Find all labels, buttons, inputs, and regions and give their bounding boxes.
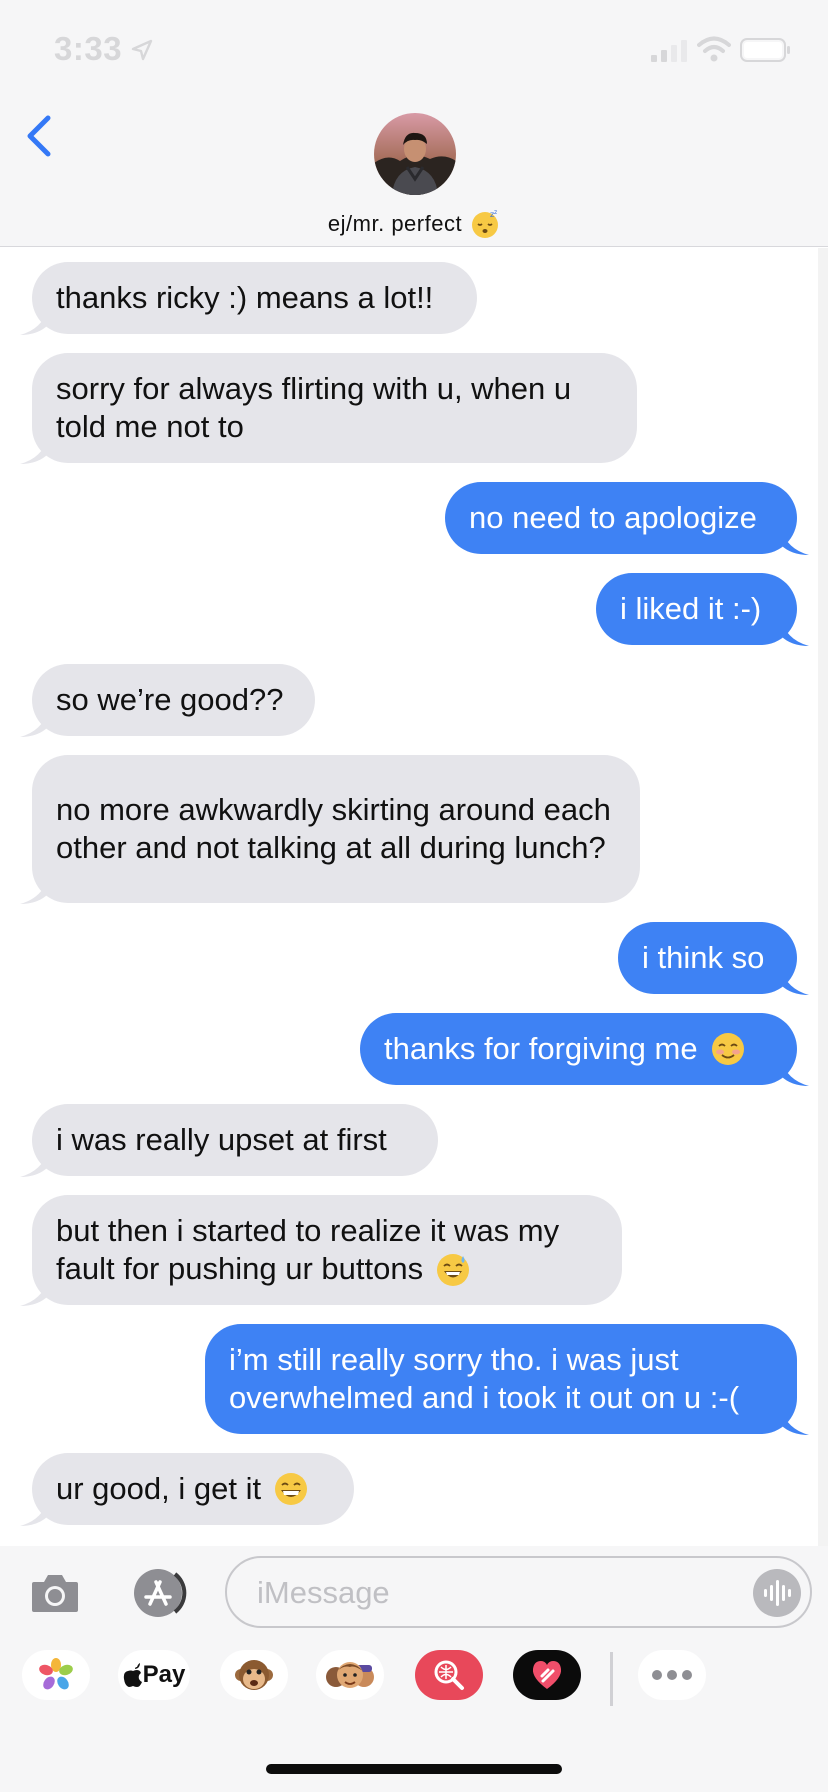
camera-icon[interactable] [30, 1572, 80, 1614]
battery-icon [740, 38, 790, 62]
grinning-emoji [275, 1473, 308, 1505]
chevron-left-icon[interactable] [24, 112, 54, 160]
apple-logo-icon [123, 1663, 142, 1687]
outgoing-message[interactable]: no need to apologize [445, 482, 809, 555]
smiling-face-emoji [711, 1033, 744, 1065]
message-text: i think so [642, 940, 765, 975]
outgoing-message[interactable]: i liked it :-) [596, 573, 809, 646]
more-apps-button[interactable] [638, 1650, 706, 1700]
incoming-message[interactable]: sorry for always flirting with u, when u… [20, 353, 637, 464]
contact-name-row[interactable]: ej/mr. perfect z z [0, 206, 828, 242]
bubble-tail [781, 1060, 809, 1086]
contact-name: ej/mr. perfect [327, 211, 463, 236]
message-text: thanks for forgiving me [384, 1031, 698, 1066]
app-drawer-divider [610, 1652, 613, 1706]
sleeping-face-emoji: z z [472, 209, 499, 238]
incoming-message[interactable]: but then i started to realize it was my … [20, 1195, 622, 1306]
message-list[interactable]: thanks ricky :) means a lot!! sorry for … [0, 248, 828, 1546]
bubble-tail [20, 1280, 48, 1306]
memoji-icon [326, 1662, 374, 1688]
app-drawer: Pay [0, 1650, 828, 1724]
bubble-tail [20, 1151, 48, 1177]
animoji-icon [235, 1660, 273, 1690]
photos-app-button[interactable] [22, 1650, 90, 1700]
message-text: i liked it :-) [620, 591, 762, 626]
bubble-tail [781, 620, 809, 646]
image-search-button[interactable] [415, 1650, 483, 1700]
digital-touch-icon [532, 1661, 562, 1689]
message-text-content: but then i started to realize it was my … [56, 1212, 560, 1286]
grinning-sweat-emoji [437, 1254, 470, 1287]
message-text: thanks ricky :) means a lot!! [56, 280, 434, 315]
status-bar: 3:33 [0, 0, 828, 100]
apple-pay-button[interactable]: Pay [118, 1650, 190, 1700]
message-text: sorry for always flirting with u, when u… [56, 371, 572, 444]
bubble-tail [781, 529, 809, 555]
app-store-icon[interactable] [126, 1568, 192, 1618]
message-text: ur good, i get it [56, 1471, 262, 1506]
digital-touch-button[interactable] [513, 1650, 581, 1700]
outgoing-message[interactable]: i think so [618, 922, 809, 995]
memoji-button[interactable] [316, 1650, 384, 1700]
avatar-photo [374, 113, 456, 195]
incoming-message[interactable]: so we’re good?? [20, 664, 315, 737]
outgoing-message[interactable]: thanks for forgiving me [360, 1013, 809, 1086]
image-search-icon [434, 1660, 464, 1690]
apple-pay-label: Pay [142, 1661, 186, 1688]
message-text: so we’re good?? [56, 682, 284, 717]
svg-text:z: z [494, 209, 497, 216]
message-text: but then i started to realize it was my … [56, 1212, 598, 1289]
animoji-button[interactable] [220, 1650, 288, 1700]
location-arrow-icon [131, 39, 153, 61]
bubble-tail [781, 1409, 809, 1435]
incoming-message[interactable]: i was really upset at first [20, 1104, 438, 1177]
bubble-tail [20, 309, 48, 335]
contact-avatar[interactable] [374, 113, 456, 195]
bubble-tail [20, 438, 48, 464]
outgoing-message[interactable]: i’m still really sorry tho. i was just o… [205, 1324, 809, 1435]
message-text: no need to apologize [469, 500, 757, 535]
bubble-tail [20, 878, 48, 904]
bubble-tail [20, 1500, 48, 1526]
cellular-signal-icon [651, 40, 687, 62]
scroll-track [818, 248, 828, 1546]
conversation-header: 3:33 ej/mr. perfect z z [0, 0, 828, 247]
home-indicator[interactable] [266, 1764, 562, 1774]
photos-icon [39, 1658, 73, 1690]
status-time: 3:33 [54, 30, 123, 67]
incoming-message[interactable]: ur good, i get it [20, 1453, 354, 1526]
bubble-tail [781, 969, 809, 995]
imessage-screen: 3:33 ej/mr. perfect z z thanks ricky:) … [0, 0, 828, 1792]
compose-bar: iMessage Pay [0, 1546, 828, 1792]
audio-waveform-icon[interactable] [752, 1568, 802, 1618]
incoming-message[interactable]: no more awkwardly skirting around each o… [20, 755, 640, 904]
message-text: i’m still really sorry tho. i was just o… [229, 1342, 740, 1415]
message-text: i was really upset at first [56, 1122, 387, 1157]
message-text: no more awkwardly skirting around each o… [56, 792, 611, 865]
message-input[interactable]: iMessage [225, 1556, 812, 1628]
message-input-placeholder: iMessage [257, 1575, 390, 1610]
more-icon [652, 1670, 692, 1680]
incoming-message[interactable]: thanks ricky :) means a lot!! [20, 262, 477, 335]
bubble-tail [20, 711, 48, 737]
wifi-icon [697, 36, 731, 62]
